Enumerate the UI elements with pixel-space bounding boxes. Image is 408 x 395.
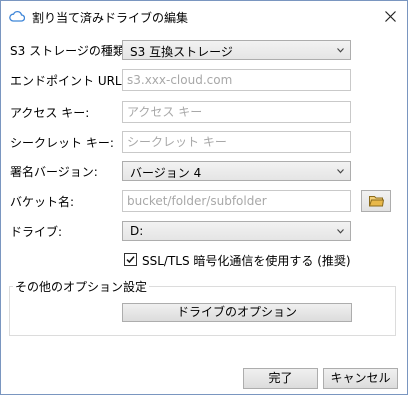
title-bar: 割り当て済みドライブの編集: [1, 1, 407, 33]
access-key-label: アクセス キー:: [10, 106, 90, 120]
bucket-label: バケット名:: [10, 195, 75, 209]
secret-key-label: シークレット キー:: [10, 136, 114, 150]
signature-version-label: 署名バージョン:: [10, 165, 98, 179]
signature-version-value: バージョン 4: [130, 166, 202, 180]
endpoint-input[interactable]: [127, 72, 342, 88]
secret-key-field[interactable]: [122, 131, 351, 153]
close-icon: [385, 11, 396, 22]
chevron-down-icon: [337, 229, 344, 234]
dialog-title: 割り当て済みドライブの編集: [32, 11, 189, 25]
close-button[interactable]: [375, 1, 407, 33]
access-key-field[interactable]: [122, 101, 351, 123]
drive-value: D:: [130, 224, 144, 238]
signature-version-row: 署名バージョン: バージョン 4: [1, 160, 407, 182]
bucket-row: バケット名:: [1, 190, 407, 212]
chevron-down-icon: [337, 48, 344, 53]
cloud-icon: [9, 10, 26, 24]
storage-type-label: S3 ストレージの種類:: [10, 44, 129, 58]
drive-label: ドライブ:: [10, 225, 63, 239]
signature-version-select[interactable]: バージョン 4: [122, 161, 351, 181]
endpoint-field[interactable]: [122, 69, 351, 91]
browse-bucket-button[interactable]: [361, 190, 391, 212]
folder-icon: [369, 196, 384, 207]
bucket-input[interactable]: [127, 193, 342, 209]
storage-type-row: S3 ストレージの種類: S3 互換ストレージ: [1, 39, 407, 61]
access-key-row: アクセス キー:: [1, 101, 407, 123]
bucket-field[interactable]: [122, 190, 351, 212]
secret-key-row: シークレット キー:: [1, 131, 407, 153]
drive-select[interactable]: D:: [122, 221, 351, 241]
access-key-input[interactable]: [127, 104, 342, 120]
secret-key-input[interactable]: [127, 134, 342, 150]
cancel-button[interactable]: キャンセル: [323, 368, 398, 389]
checkmark-icon: [126, 256, 135, 264]
edit-drive-dialog: 割り当て済みドライブの編集 S3 ストレージの種類: S3 互換ストレージ エン…: [0, 0, 408, 395]
endpoint-label: エンドポイント URL:: [10, 74, 126, 88]
storage-type-select[interactable]: S3 互換ストレージ: [122, 40, 351, 60]
ok-button[interactable]: 完了: [243, 368, 318, 389]
other-options-title: その他のオプション設定: [13, 278, 150, 295]
ssl-checkbox[interactable]: [124, 253, 137, 266]
endpoint-row: エンドポイント URL:: [1, 69, 407, 91]
drive-row: ドライブ: D:: [1, 220, 407, 242]
chevron-down-icon: [337, 169, 344, 174]
drive-options-button[interactable]: ドライブのオプション: [122, 303, 352, 322]
storage-type-value: S3 互換ストレージ: [130, 45, 233, 59]
ssl-checkbox-label: SSL/TLS 暗号化通信を使用する (推奨): [142, 254, 351, 268]
